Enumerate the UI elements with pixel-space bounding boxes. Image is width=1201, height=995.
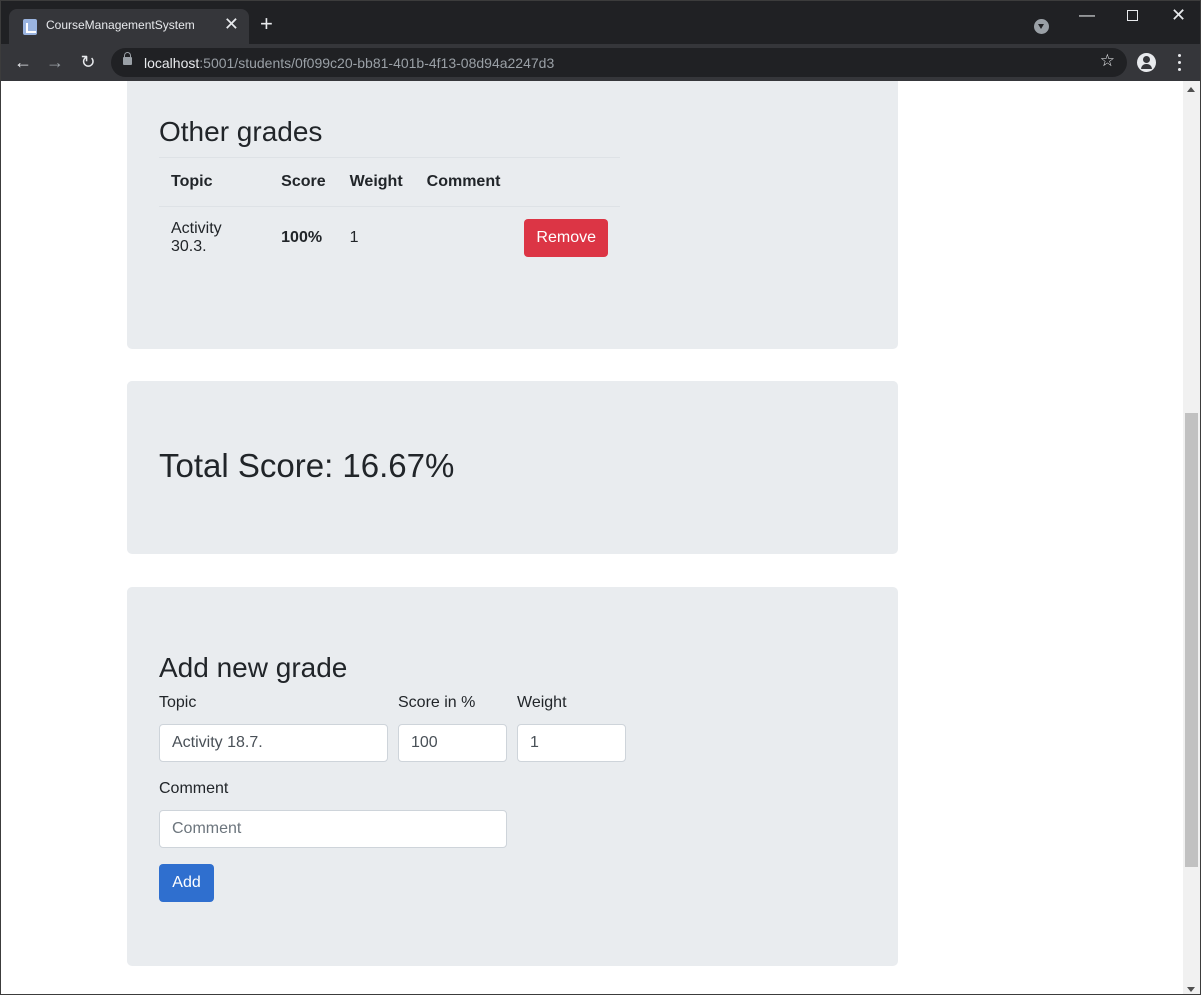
total-score-heading: Total Score: 16.67%: [159, 447, 455, 484]
comment-input[interactable]: [159, 810, 507, 848]
weight-label: Weight: [517, 694, 567, 711]
cell-action: Remove: [512, 207, 620, 270]
cell-weight: 1: [349, 229, 359, 247]
maximize-button[interactable]: [1127, 10, 1138, 21]
column-header-topic: Topic: [159, 157, 270, 207]
weight-input[interactable]: [517, 724, 626, 762]
topic-input[interactable]: [159, 724, 388, 762]
score-input[interactable]: [398, 724, 507, 762]
add-grade-title: Add new grade: [159, 652, 348, 683]
column-header-weight: Weight: [337, 157, 415, 207]
close-window-button[interactable]: ✕: [1171, 5, 1186, 26]
cell-comment: [415, 207, 513, 270]
browser-toolbar: ← → ↻ localhost:5001/students/0f099c20-b…: [1, 44, 1200, 81]
table-row: Activity 30.3. 100% 1 Remove: [159, 207, 620, 270]
browser-menu-icon[interactable]: [1171, 53, 1187, 73]
lock-icon[interactable]: [123, 52, 132, 65]
new-tab-button[interactable]: +: [260, 13, 273, 35]
score-label: Score in %: [398, 694, 476, 711]
grades-table: Topic Score Weight Comment Activity 30.3…: [159, 157, 620, 270]
address-bar[interactable]: localhost:5001/students/0f099c20-bb81-40…: [111, 48, 1127, 77]
cell-topic: Activity 30.3.: [171, 220, 222, 256]
forward-arrow-icon[interactable]: →: [44, 51, 66, 73]
url-text[interactable]: localhost:5001/students/0f099c20-bb81-40…: [144, 55, 554, 71]
column-header-score: Score: [269, 157, 338, 207]
tab-title: CourseManagementSystem: [46, 18, 195, 32]
table-header-row: Topic Score Weight Comment: [159, 157, 620, 207]
scroll-up-arrow-icon[interactable]: [1187, 87, 1195, 92]
browser-tab[interactable]: CourseManagementSystem ✕: [9, 9, 249, 44]
reload-icon[interactable]: ↻: [77, 51, 99, 73]
vertical-scrollbar[interactable]: [1183, 81, 1200, 994]
page-viewport: Other grades Topic Score Weight Comment …: [1, 81, 1184, 994]
browser-window: CourseManagementSystem ✕ + — ✕ ← → ↻ loc…: [0, 0, 1201, 995]
remove-grade-button[interactable]: Remove: [524, 219, 608, 258]
column-header-comment: Comment: [414, 157, 513, 207]
close-tab-icon[interactable]: ✕: [224, 15, 239, 33]
add-grade-card: Add new grade Topic Score in % Weight Co…: [127, 587, 898, 966]
back-arrow-icon[interactable]: ←: [12, 51, 34, 73]
page-icon: [23, 19, 37, 35]
other-grades-card: Other grades Topic Score Weight Comment …: [127, 81, 898, 349]
topic-label: Topic: [159, 694, 197, 711]
other-grades-title: Other grades: [159, 116, 323, 147]
scroll-down-arrow-icon[interactable]: [1187, 987, 1195, 992]
profile-avatar-icon[interactable]: [1137, 53, 1156, 72]
minimize-button[interactable]: —: [1079, 7, 1095, 25]
column-header-action: [512, 157, 620, 207]
tab-search-icon[interactable]: [1034, 19, 1049, 34]
url-path: :5001/students/0f099c20-bb81-401b-4f13-0…: [199, 55, 555, 71]
bookmark-star-icon[interactable]: ☆: [1100, 51, 1115, 71]
url-host: localhost: [144, 55, 200, 71]
scroll-thumb[interactable]: [1185, 413, 1198, 867]
comment-label: Comment: [159, 780, 229, 797]
total-score-card: Total Score: 16.67%: [127, 381, 898, 554]
cell-score: 100%: [281, 229, 323, 247]
title-bar: CourseManagementSystem ✕ + — ✕: [1, 1, 1200, 44]
add-grade-button[interactable]: Add: [159, 864, 214, 902]
